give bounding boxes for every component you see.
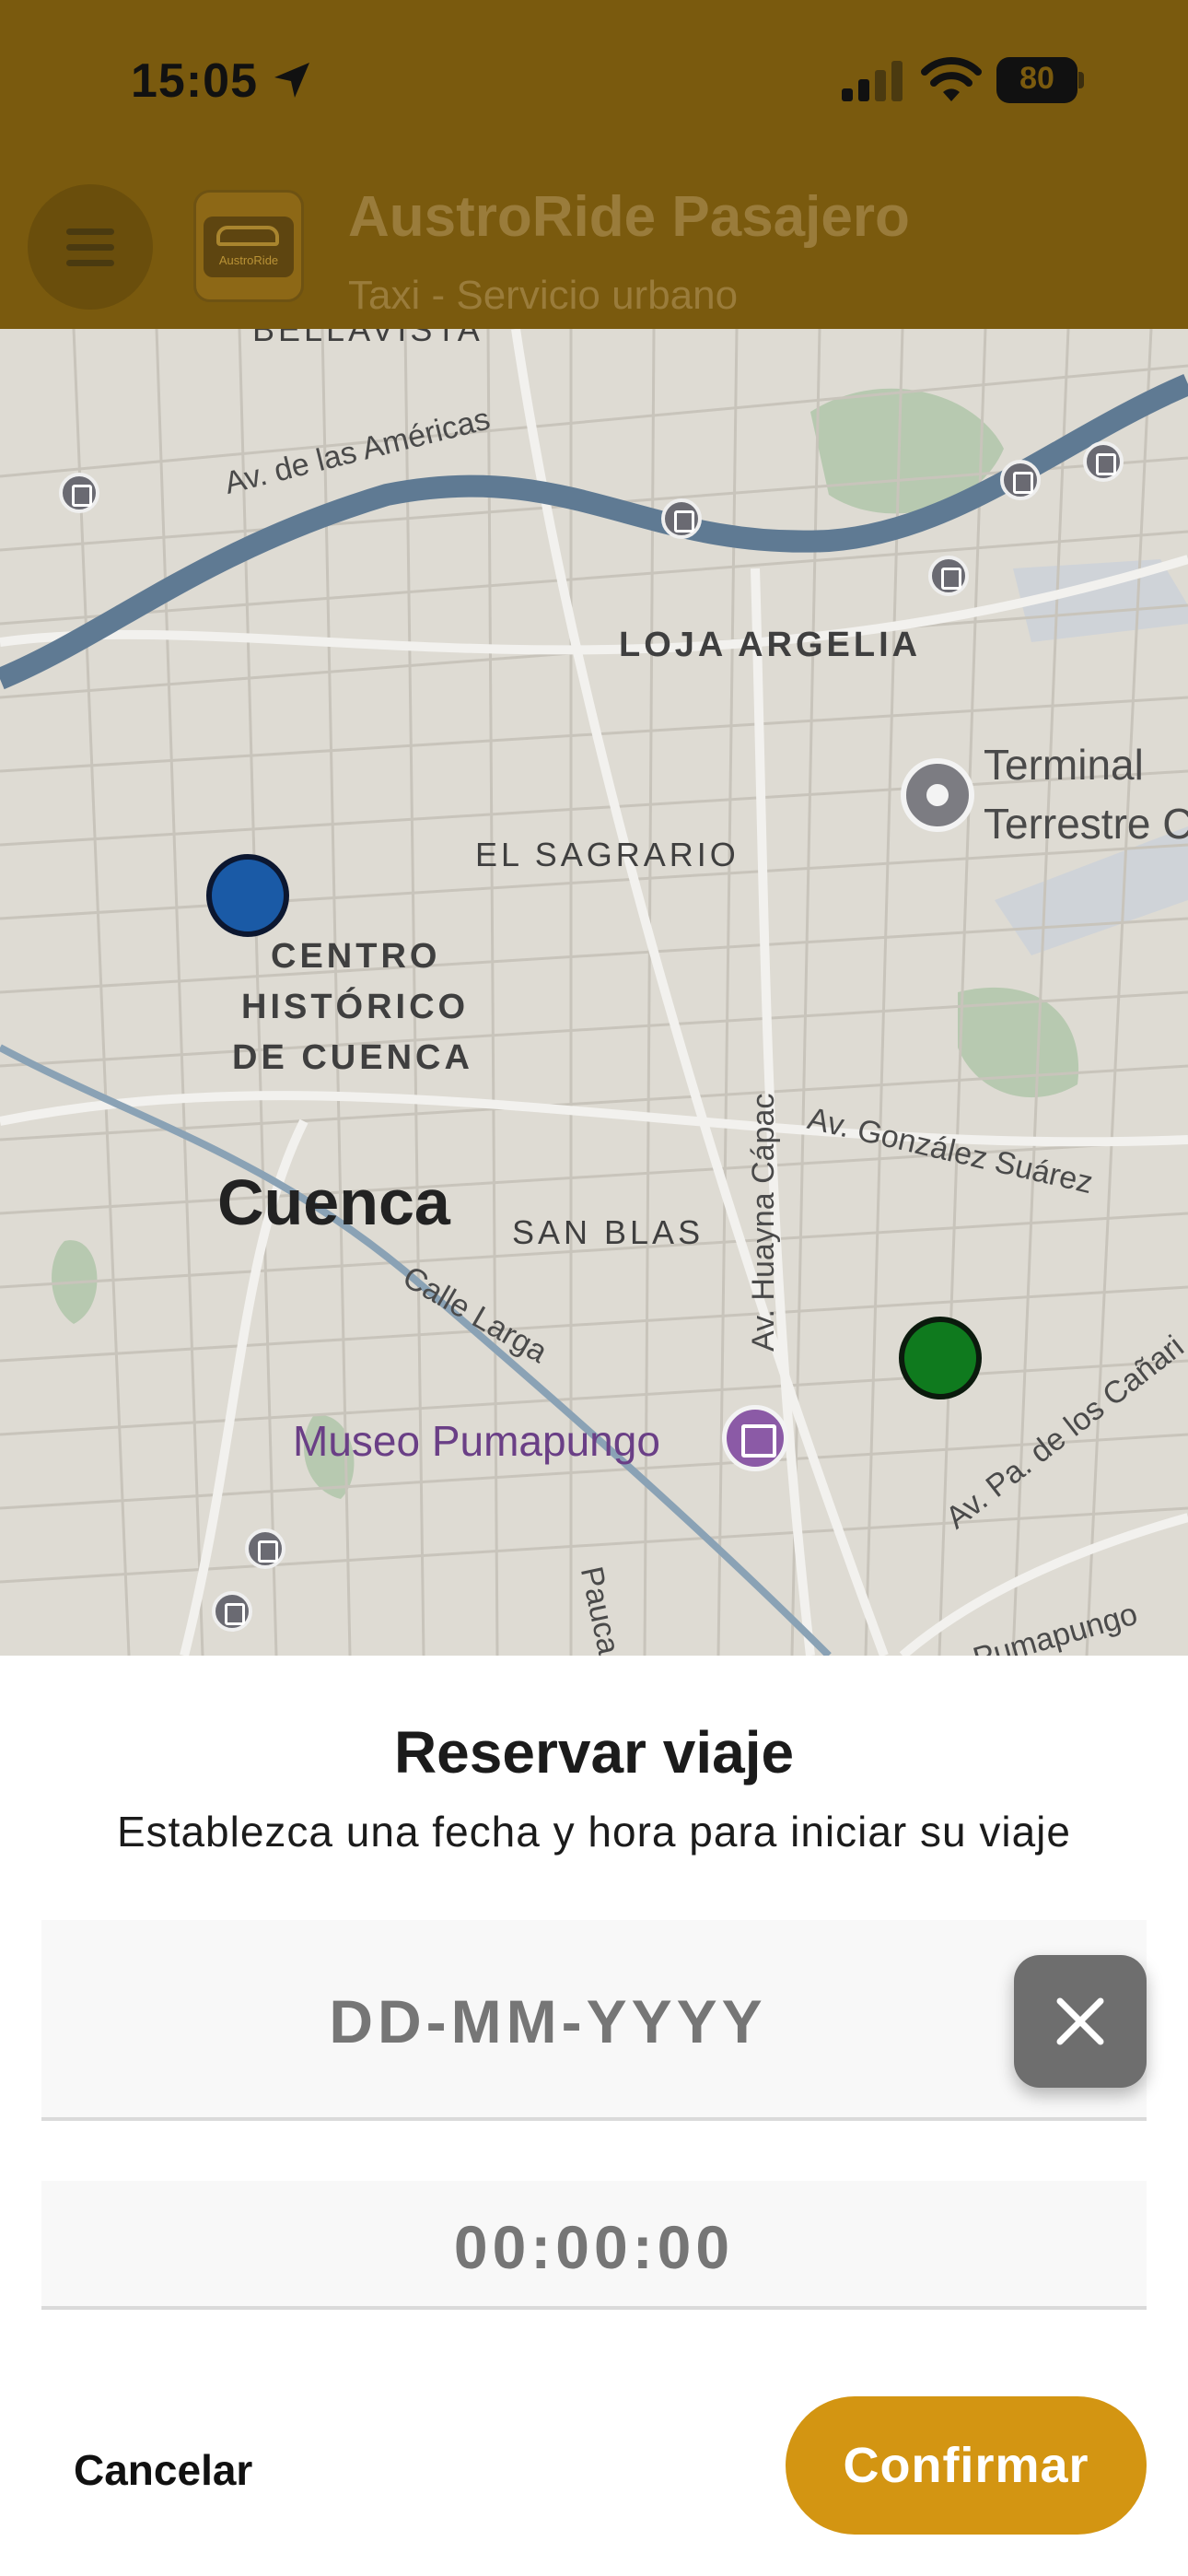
- map-view[interactable]: BELLAVISTA Av. de las Américas LOJA ARGE…: [0, 329, 1188, 1656]
- bus-stop-icon[interactable]: [212, 1591, 252, 1632]
- battery-level: 80: [1019, 61, 1054, 96]
- sheet-title: Reservar viaje: [393, 1719, 795, 1786]
- confirm-button[interactable]: Confirmar: [786, 2396, 1147, 2535]
- map-label-centro-1: CENTRO: [271, 937, 441, 976]
- menu-button[interactable]: [28, 184, 153, 310]
- clear-date-button[interactable]: [1014, 1955, 1147, 2088]
- status-time: 15:05: [131, 54, 258, 108]
- close-icon: [1056, 1997, 1104, 2045]
- hamburger-icon: [66, 228, 114, 235]
- origin-marker[interactable]: [206, 854, 289, 937]
- map-label-terminal-1: Terminal: [984, 741, 1144, 789]
- cancel-button[interactable]: Cancelar: [74, 2445, 252, 2495]
- app-subtitle: Taxi - Servicio urbano: [348, 273, 739, 318]
- map-label-el-sagrario: EL SAGRARIO: [475, 836, 740, 873]
- reserve-trip-sheet: Reservar viaje Establezca una fecha y ho…: [0, 1656, 1188, 2576]
- map-label-loja-argelia: LOJA ARGELIA: [619, 626, 922, 664]
- wifi-icon: [921, 57, 982, 101]
- map-label-centro-2: HISTÓRICO: [241, 988, 470, 1026]
- map-label-bellavista: BELLAVISTA: [252, 329, 483, 348]
- map-label-terminal-2: Terrestre C: [984, 800, 1188, 848]
- map-label-huayna-capac: Av. Huayna Cápac: [746, 1093, 781, 1352]
- destination-marker[interactable]: [899, 1317, 982, 1399]
- map-label-cuenca: Cuenca: [217, 1166, 450, 1238]
- map-label-centro-3: DE CUENCA: [232, 1038, 473, 1077]
- battery-icon: 80: [996, 57, 1085, 103]
- time-input[interactable]: 00:00:00: [41, 2181, 1147, 2310]
- map-label-museo: Museo Pumapungo: [293, 1417, 660, 1465]
- sheet-subtitle: Establezca una fecha y hora para iniciar…: [116, 1808, 1071, 1856]
- time-placeholder: 00:00:00: [453, 2213, 735, 2281]
- app-logo: AustroRide: [193, 190, 304, 302]
- bus-stop-icon[interactable]: [59, 473, 99, 513]
- map-label-san-blas: SAN BLAS: [512, 1213, 705, 1251]
- date-placeholder: DD-MM-YYYY: [329, 1987, 767, 2055]
- bus-stop-icon[interactable]: [1083, 441, 1124, 482]
- terminal-pin-icon[interactable]: [901, 758, 974, 832]
- location-arrow-icon: [274, 63, 309, 98]
- date-input[interactable]: DD-MM-YYYY: [41, 1920, 1147, 2121]
- bus-stop-icon[interactable]: [661, 498, 702, 539]
- cellular-signal-icon: [842, 61, 903, 101]
- museum-icon[interactable]: [722, 1405, 788, 1471]
- bus-stop-icon[interactable]: [928, 556, 969, 596]
- bus-stop-icon[interactable]: [1000, 460, 1041, 500]
- app-header: 15:05 80 AustroRide AustroRide Pasajero …: [0, 0, 1188, 329]
- bus-stop-icon[interactable]: [245, 1528, 285, 1569]
- status-bar: 15:05 80: [0, 0, 1188, 157]
- app-title: AustroRide Pasajero: [348, 185, 910, 249]
